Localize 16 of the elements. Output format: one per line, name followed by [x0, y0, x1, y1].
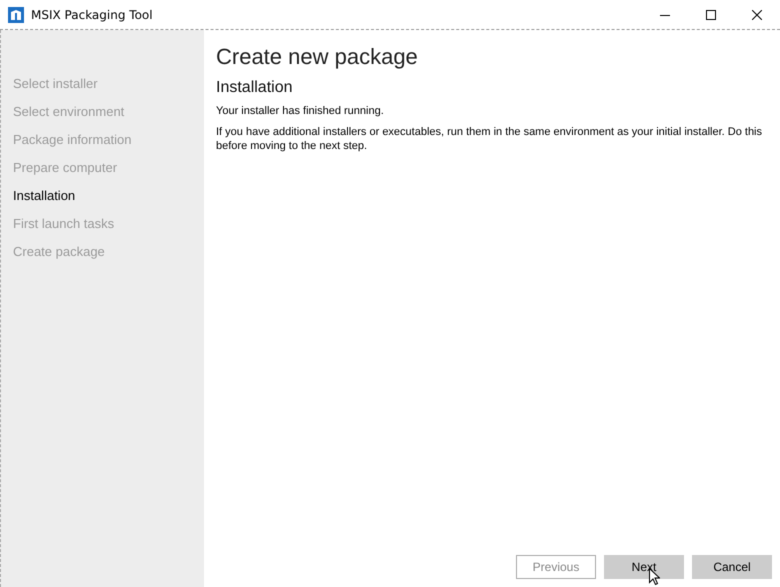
page-title: Create new package: [216, 44, 419, 70]
paragraph: If you have additional installers or executables, run them in the same environment as your initial installer. Do this before moving to the next step.: [216, 125, 764, 153]
paragraph: Your installer has finished running.: [216, 104, 385, 118]
step-item[interactable]: Prepare computer: [13, 158, 118, 186]
dialog-button[interactable]: Cancel: [692, 555, 772, 579]
step-item[interactable]: Select environment: [13, 102, 124, 130]
close-icon: [752, 10, 762, 20]
step-item[interactable]: Create package: [13, 242, 105, 270]
step-item[interactable]: Package information: [13, 130, 132, 158]
section-heading: Installation: [216, 79, 294, 97]
step-item[interactable]: First launch tasks: [13, 214, 114, 242]
window-title: MSIX Packaging Tool: [31, 8, 153, 22]
maximize-icon: [706, 10, 716, 20]
app-icon: [8, 6, 24, 22]
step-item[interactable]: Installation: [13, 186, 76, 214]
step-item[interactable]: Select installer: [13, 74, 98, 102]
